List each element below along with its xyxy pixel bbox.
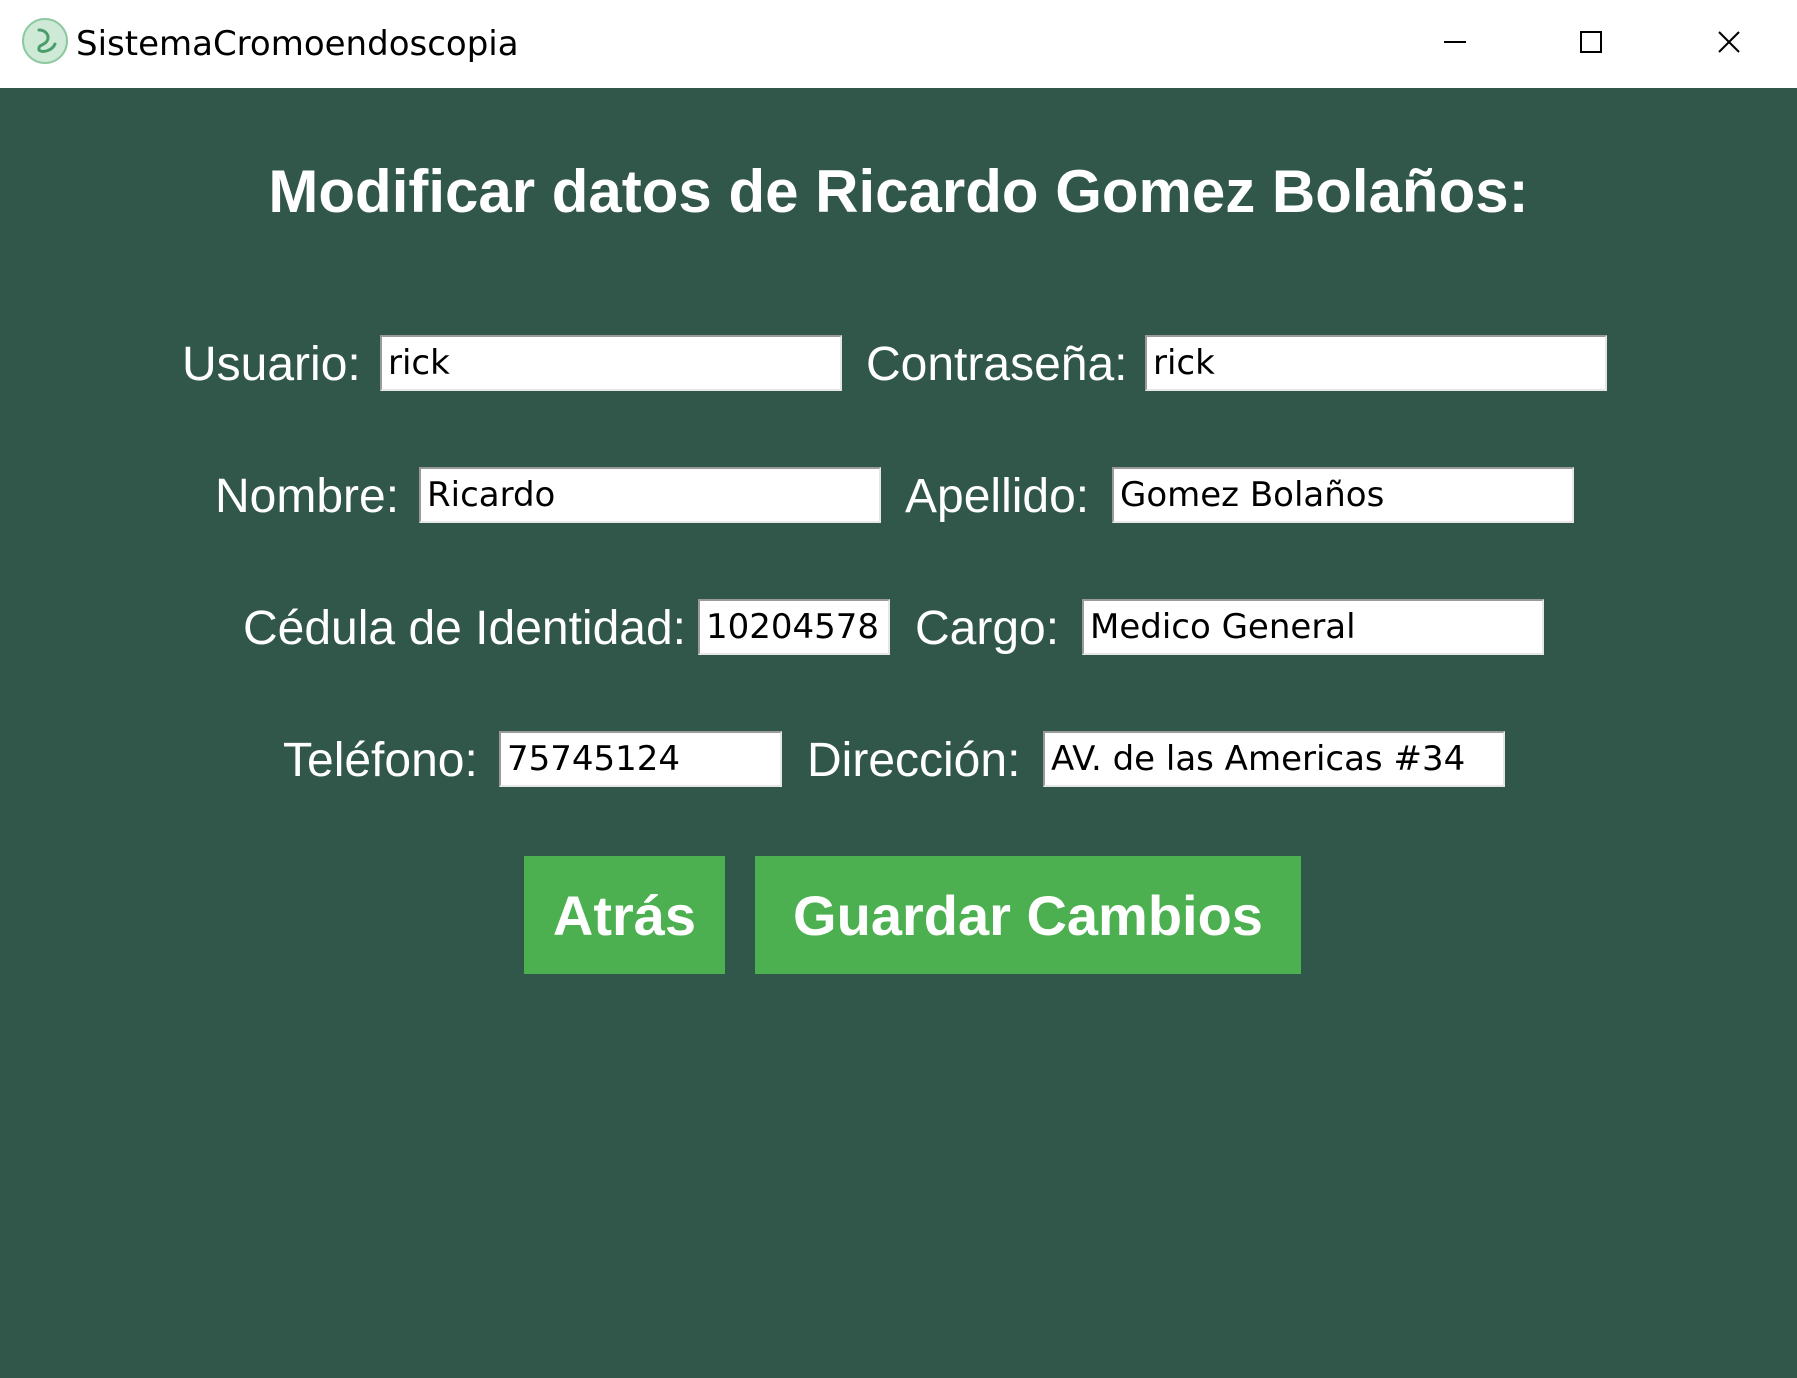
usuario-input[interactable]: [380, 335, 842, 391]
usuario-label: Usuario:: [182, 338, 361, 391]
telefono-input[interactable]: [499, 731, 782, 787]
contrasena-label: Contraseña:: [866, 338, 1128, 391]
close-icon: [1718, 31, 1740, 53]
title-bar[interactable]: SistemaCromoendoscopia: [0, 0, 1797, 88]
minimize-button[interactable]: [1386, 0, 1524, 84]
contrasena-input[interactable]: [1145, 335, 1607, 391]
direccion-input[interactable]: [1043, 731, 1505, 787]
apellido-label: Apellido:: [905, 470, 1090, 523]
maximize-icon: [1580, 31, 1602, 53]
page-title: Modificar datos de Ricardo Gomez Bolaños…: [268, 158, 1529, 225]
nombre-label: Nombre:: [215, 470, 400, 523]
back-button[interactable]: Atrás: [524, 856, 725, 974]
apellido-input[interactable]: [1112, 467, 1574, 523]
nombre-input[interactable]: [419, 467, 881, 523]
cargo-input[interactable]: [1082, 599, 1544, 655]
telefono-label: Teléfono:: [283, 734, 478, 787]
app-logo-icon: [22, 18, 68, 64]
cedula-label: Cédula de Identidad:: [243, 602, 687, 655]
cargo-label: Cargo:: [915, 602, 1060, 655]
save-changes-button[interactable]: Guardar Cambios: [755, 856, 1301, 974]
direccion-label: Dirección:: [807, 734, 1021, 787]
maximize-button[interactable]: [1522, 0, 1660, 84]
close-button[interactable]: [1660, 0, 1797, 84]
window-title: SistemaCromoendoscopia: [76, 24, 519, 64]
cedula-input[interactable]: [698, 599, 890, 655]
minimize-icon: [1444, 41, 1466, 43]
